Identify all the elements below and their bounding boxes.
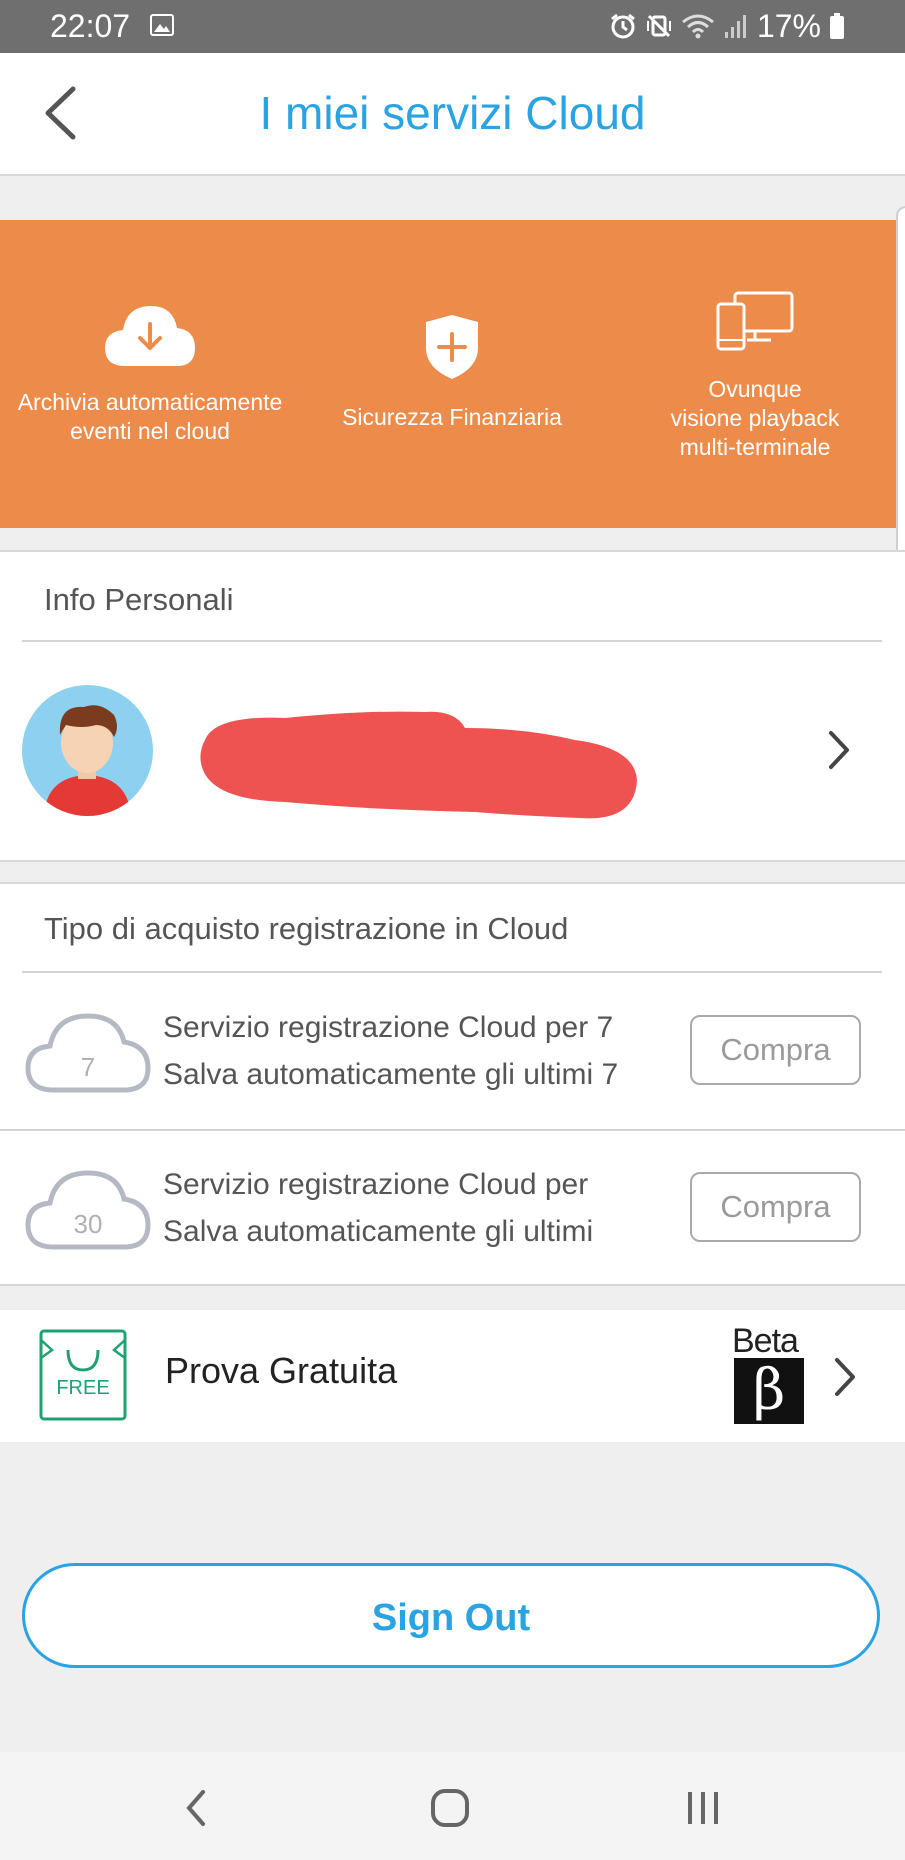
nav-recents-icon[interactable] xyxy=(686,1788,720,1828)
feature-security: Sicurezza Finanziaria xyxy=(302,220,602,528)
beta-label: Beta xyxy=(732,1322,799,1360)
buy-button-7[interactable]: Compra xyxy=(690,1015,861,1085)
feature-cloud-archive: Archivia automaticamente eventi nel clou… xyxy=(0,220,300,528)
cloud-download-icon xyxy=(105,306,195,366)
chevron-right-icon[interactable] xyxy=(832,1355,858,1399)
sign-out-button[interactable]: Sign Out xyxy=(22,1563,880,1668)
divider xyxy=(22,971,882,973)
plan-row-30: 30 Servizio registrazione Cloud per Salv… xyxy=(0,1131,905,1286)
feature-text-line: eventi nel cloud xyxy=(70,418,230,444)
section-title: Tipo di acquisto registrazione in Cloud xyxy=(44,911,569,946)
alarm-icon xyxy=(611,13,635,39)
nav-back-icon[interactable] xyxy=(183,1788,209,1828)
feature-text-line: Ovunque xyxy=(708,376,802,402)
feature-banner: Archivia automaticamente eventi nel clou… xyxy=(0,220,905,528)
section-title: Info Personali xyxy=(44,582,234,617)
chevron-right-icon[interactable] xyxy=(826,728,852,772)
plan-title: Servizio registrazione Cloud per xyxy=(163,1168,589,1201)
plan-description: Salva automaticamente gli ultimi xyxy=(163,1215,594,1248)
divider xyxy=(22,640,882,642)
page-title: I miei servizi Cloud xyxy=(259,87,646,139)
status-time: 22:07 xyxy=(50,8,131,44)
free-bag-icon: FREE xyxy=(39,1329,127,1421)
buy-button-30[interactable]: Compra xyxy=(690,1172,861,1242)
app-header: I miei servizi Cloud xyxy=(0,53,905,176)
vibrate-mute-icon xyxy=(646,14,671,38)
system-nav-bar xyxy=(0,1752,905,1860)
feature-text-line: visione playback xyxy=(670,405,840,431)
cloud-7-icon: 7 xyxy=(25,1013,151,1093)
plan-title: Servizio registrazione Cloud per 7 xyxy=(163,1011,614,1044)
back-arrow-icon[interactable] xyxy=(38,83,88,143)
plan-badge-text: 7 xyxy=(81,1052,95,1082)
feature-text-line: Archivia automaticamente xyxy=(17,389,283,415)
battery-percent: 17% xyxy=(756,7,821,44)
free-tag-text: FREE xyxy=(56,1377,109,1399)
free-trial-row[interactable]: FREE Prova Gratuita Beta β xyxy=(0,1310,905,1442)
user-avatar-icon xyxy=(44,705,131,816)
feature-text-line: multi-terminale xyxy=(679,434,831,460)
image-notification-icon xyxy=(150,14,174,36)
wifi-icon xyxy=(682,14,714,39)
nav-home-icon[interactable] xyxy=(430,1788,470,1828)
status-icons: 17% xyxy=(609,8,845,44)
feature-multi-terminal: Ovunque visione playback multi-terminale xyxy=(605,220,905,528)
battery-icon xyxy=(830,13,844,39)
free-trial-label: Prova Gratuita xyxy=(165,1350,398,1391)
avatar[interactable] xyxy=(22,685,153,816)
purchase-panel-header: Tipo di acquisto registrazione in Cloud xyxy=(0,882,905,979)
plan-description: Salva automaticamente gli ultimi 7 xyxy=(163,1058,619,1091)
feature-text-line: Sicurezza Finanziaria xyxy=(342,404,562,430)
shield-plus-icon xyxy=(426,315,478,379)
cloud-30-icon: 30 xyxy=(25,1170,151,1250)
beta-badge: β xyxy=(734,1358,804,1424)
signal-icon xyxy=(724,15,746,38)
plan-row-7: 7 Servizio registrazione Cloud per 7 Sal… xyxy=(0,974,905,1131)
plan-badge-text: 30 xyxy=(74,1209,103,1239)
redacted-username xyxy=(200,711,637,819)
status-bar: 22:07 17% xyxy=(0,0,905,53)
multi-device-icon xyxy=(716,291,794,351)
